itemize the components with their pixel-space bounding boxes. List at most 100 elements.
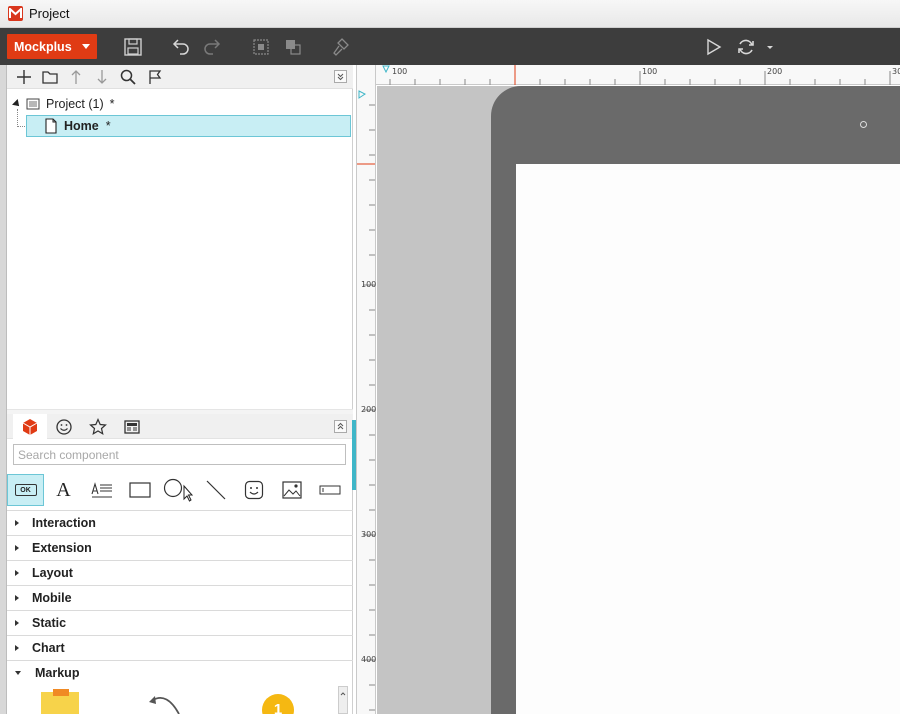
category-label: Static [32, 616, 67, 630]
vertical-ruler: 100 200 300 400 [356, 65, 376, 714]
category-interaction[interactable]: Interaction [7, 510, 353, 535]
mockplus-menu-button[interactable]: Mockplus [7, 34, 97, 59]
component-search-input[interactable] [14, 445, 345, 464]
tree-item-home[interactable]: Home * [26, 115, 351, 137]
expand-arrow-icon [15, 645, 19, 651]
window-title: Project [29, 6, 70, 21]
project-list-icon [26, 98, 40, 110]
v-ruler-label: 300 [361, 530, 377, 539]
horizontal-ruler-ticks [382, 65, 891, 85]
emoji-icon [56, 418, 72, 435]
text-component[interactable]: A [45, 474, 82, 506]
v-ruler-label: 200 [361, 405, 377, 414]
design-canvas[interactable] [377, 86, 900, 714]
collapse-up-icon[interactable] [334, 420, 347, 433]
left-panel: Project (1) * Home * OK [7, 65, 353, 714]
paragraph-icon [90, 482, 112, 498]
format-brush-icon[interactable] [330, 36, 352, 58]
v-ruler-label: 100 [361, 280, 377, 289]
h-ruler-label: 200 [767, 67, 783, 76]
device-screen[interactable] [516, 164, 900, 714]
sticky-note-component[interactable] [41, 689, 79, 714]
category-extension[interactable]: Extension [7, 535, 353, 560]
rectangle-component[interactable] [121, 474, 158, 506]
dropdown-icon[interactable] [764, 36, 776, 58]
smiley-component[interactable] [235, 474, 272, 506]
category-mobile[interactable]: Mobile [7, 585, 353, 610]
arrow-markup-component[interactable] [147, 690, 183, 714]
play-icon[interactable] [703, 36, 725, 58]
circle-component[interactable] [159, 474, 196, 506]
expand-arrow-icon [15, 595, 19, 601]
vertical-ruler-ticks [357, 90, 375, 711]
folder-icon[interactable] [41, 68, 59, 86]
redo-icon[interactable] [201, 36, 223, 58]
chevron-down-icon [82, 44, 90, 49]
expand-arrow-icon [15, 570, 19, 576]
category-label: Interaction [32, 516, 96, 530]
category-chart[interactable]: Chart [7, 635, 353, 660]
home-label: Home [64, 119, 99, 133]
page-icon [45, 118, 57, 134]
tab-favorites[interactable] [81, 414, 115, 439]
template-icon [124, 419, 140, 434]
tree-item-project[interactable]: Project (1) * [12, 95, 115, 113]
category-label: Markup [35, 666, 80, 680]
mockplus-menu-label: Mockplus [14, 39, 72, 54]
input-component[interactable] [311, 474, 348, 506]
scroll-up-icon[interactable] [339, 690, 347, 698]
category-static[interactable]: Static [7, 610, 353, 635]
project-unsaved-marker: * [109, 97, 115, 111]
main-toolbar: Mockplus [0, 28, 900, 65]
expand-triangle-icon[interactable] [12, 99, 22, 109]
collapse-arrow-icon [15, 671, 21, 675]
tree-connector [17, 109, 18, 127]
collapse-icon[interactable] [334, 70, 347, 83]
number-badge-label: 1 [273, 701, 283, 714]
category-label: Layout [32, 566, 73, 580]
category-label: Extension [32, 541, 92, 555]
markup-items: 1 [7, 686, 353, 714]
sticky-note-tape-icon [53, 689, 69, 696]
button-component[interactable]: OK [7, 474, 44, 506]
tab-emoji[interactable] [47, 414, 81, 439]
curved-arrow-icon [149, 696, 180, 714]
pages-toolbar [7, 65, 353, 89]
line-icon [206, 480, 225, 500]
window-titlebar: Project [0, 0, 900, 28]
line-component[interactable] [197, 474, 234, 506]
device-camera-icon [860, 121, 867, 128]
category-markup[interactable]: Markup [7, 660, 353, 685]
component-search-box [13, 444, 346, 465]
number-badge-component[interactable]: 1 [262, 694, 294, 714]
tab-templates[interactable] [115, 414, 149, 439]
circle-icon [163, 478, 193, 502]
paragraph-component[interactable] [83, 474, 120, 506]
category-layout[interactable]: Layout [7, 560, 353, 585]
expand-arrow-icon [15, 620, 19, 626]
image-icon [281, 481, 302, 499]
page-tree: Project (1) * Home * [7, 89, 353, 409]
tab-components[interactable] [13, 414, 47, 439]
search-icon[interactable] [119, 68, 137, 86]
rectangle-icon [128, 482, 151, 498]
component-list-scrollbar[interactable] [338, 686, 348, 714]
h-ruler-label: 30 [892, 67, 900, 76]
sync-icon[interactable] [735, 36, 757, 58]
component-tabs [7, 414, 353, 439]
move-up-icon[interactable] [67, 68, 85, 86]
left-edge-strip [0, 65, 7, 714]
basic-components-row: OK A [7, 470, 353, 508]
ungroup-icon[interactable] [282, 36, 304, 58]
image-component[interactable] [273, 474, 310, 506]
save-icon[interactable] [122, 36, 144, 58]
group-icon[interactable] [250, 36, 272, 58]
smiley-icon [244, 480, 263, 500]
flag-icon[interactable] [146, 68, 164, 86]
project-label: Project (1) [46, 97, 104, 111]
undo-icon[interactable] [170, 36, 192, 58]
move-down-icon[interactable] [93, 68, 111, 86]
home-unsaved-marker: * [105, 119, 111, 133]
add-icon[interactable] [15, 68, 33, 86]
button-component-label: OK [14, 484, 37, 496]
